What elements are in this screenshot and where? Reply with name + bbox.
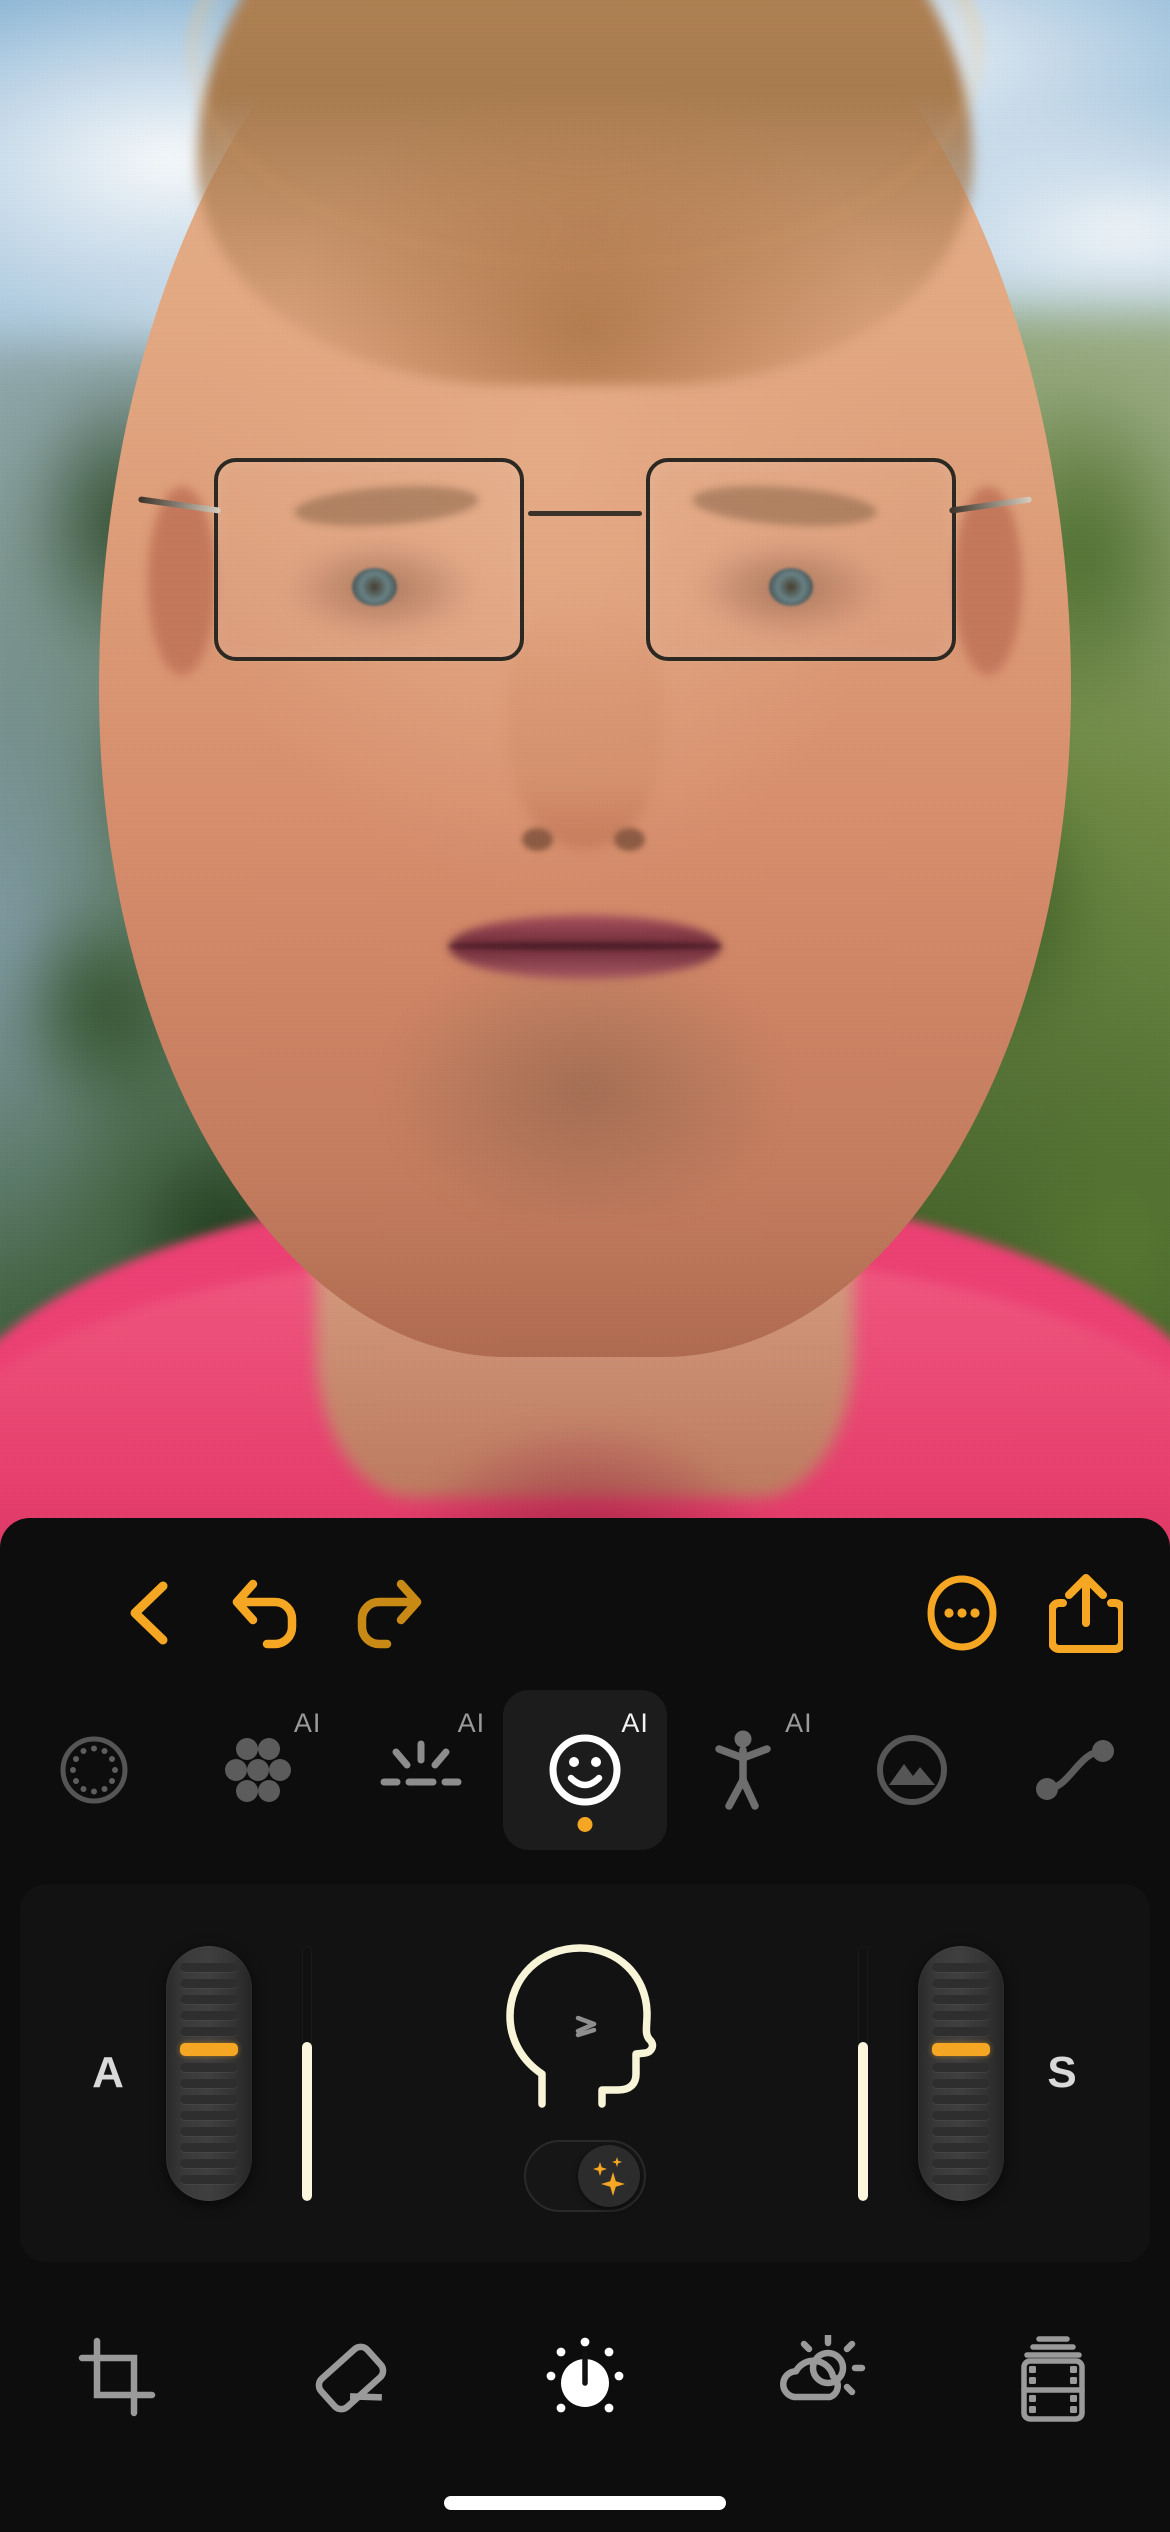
curve-points-icon	[1036, 1740, 1115, 1800]
film-strip-icon	[1021, 2336, 1085, 2422]
editor-panel: AI AI AI AI A S	[0, 1518, 1170, 2532]
wheel-rib	[180, 2142, 238, 2152]
selected-indicator-dot	[577, 1817, 593, 1832]
photo-eyeglasses	[138, 457, 1032, 661]
photo-stubble	[303, 805, 867, 1213]
wheel-rib	[180, 2010, 238, 2020]
wheel-rib	[180, 1962, 238, 1972]
app-screen: AI AI AI AI A S	[0, 0, 1170, 2532]
wheel-rib	[180, 2026, 238, 2036]
tab-light[interactable]	[468, 2336, 702, 2420]
ellipsis-circle-icon	[927, 1575, 997, 1651]
wheel-rib	[932, 2158, 990, 2168]
wheel-rib	[932, 2110, 990, 2120]
toggle-knob	[578, 2145, 640, 2207]
eraser-icon	[315, 2343, 387, 2413]
photo-lens-right	[645, 457, 957, 661]
amount-track[interactable]	[302, 1945, 312, 2201]
smiley-face-icon	[549, 1734, 621, 1806]
share-button[interactable]	[1036, 1563, 1136, 1663]
wheel-rib	[932, 2010, 990, 2020]
center-control-stack	[490, 1884, 680, 2262]
sparkles-icon	[593, 2157, 625, 2196]
wheel-rib	[932, 2062, 990, 2072]
left-control-group: A	[78, 1884, 312, 2262]
wheel-rib	[180, 2094, 238, 2104]
ai-tool-body[interactable]: AI	[667, 1690, 831, 1850]
ai-badge-label: AI	[293, 1708, 322, 1738]
photo-canvas[interactable]	[0, 0, 1170, 1560]
photo-glasses-bridge	[528, 510, 642, 516]
editor-tab-bar	[0, 2308, 1170, 2448]
ai-badge-label: AI	[621, 1708, 649, 1738]
ai-tool-curves[interactable]	[994, 1690, 1158, 1850]
cloud-sun-icon	[780, 2335, 866, 2401]
ai-tool-grain[interactable]: AI	[176, 1690, 340, 1850]
head-profile-icon	[506, 1944, 657, 2108]
crop-icon	[78, 2337, 156, 2417]
wheel-rib	[932, 1962, 990, 1972]
strength-track-fill	[858, 2042, 868, 2201]
left-wheel-label: A	[92, 2048, 124, 2097]
wheel-rib	[180, 2062, 238, 2072]
adjustment-panel: A S	[20, 1884, 1150, 2262]
share-upload-icon	[1049, 1574, 1123, 1653]
brightness-icon	[546, 2337, 624, 2413]
right-wheel-label: S	[1047, 2048, 1077, 2097]
light-rays-icon	[380, 1740, 462, 1786]
tab-crop[interactable]	[0, 2337, 234, 2419]
wheel-rib	[180, 1994, 238, 2004]
home-indicator	[444, 2496, 726, 2510]
more-options-button[interactable]	[912, 1563, 1012, 1663]
tab-retouch[interactable]	[234, 2335, 468, 2421]
wheel-active-rib	[180, 2042, 238, 2056]
photo-ear-right	[954, 486, 1022, 676]
wheel-rib	[180, 2078, 238, 2088]
wheel-rib	[932, 2126, 990, 2136]
amount-wheel[interactable]	[166, 1945, 252, 2201]
ai-tool-light-rays[interactable]: AI	[339, 1690, 503, 1850]
grain-cluster-icon	[224, 1738, 291, 1802]
undo-arrow-icon	[232, 1579, 297, 1649]
wheel-rib	[932, 2094, 990, 2104]
wheel-rib	[932, 2078, 990, 2088]
strength-track[interactable]	[858, 1945, 868, 2201]
redo-arrow-icon	[357, 1579, 422, 1649]
ai-badge-label: AI	[785, 1708, 813, 1738]
wheel-rib	[932, 2026, 990, 2036]
tab-film[interactable]	[936, 2333, 1170, 2423]
ai-tool-landscape[interactable]	[831, 1690, 995, 1850]
ai-tool-dotted-circle[interactable]	[12, 1690, 176, 1850]
landscape-circle-icon	[877, 1735, 948, 1805]
wheel-rib	[180, 2158, 238, 2168]
ai-badge-label: AI	[457, 1708, 486, 1738]
wheel-rib	[932, 2174, 990, 2184]
photo-lip-line	[449, 942, 721, 950]
wheel-rib	[932, 1978, 990, 1988]
wheel-rib	[932, 1994, 990, 2004]
ai-tool-face-retouch[interactable]: AI	[503, 1690, 667, 1850]
photo-face	[99, 0, 1071, 1358]
strength-wheel[interactable]	[918, 1945, 1004, 2201]
amount-track-fill	[302, 2042, 312, 2201]
dotted-circle-icon	[60, 1736, 128, 1804]
wheel-rib	[180, 2126, 238, 2136]
editor-action-bar	[0, 1558, 1170, 1668]
wheel-rib	[180, 1978, 238, 1988]
person-body-icon	[714, 1730, 771, 1810]
photo-lens-left	[213, 457, 525, 661]
redo-button[interactable]	[336, 1563, 436, 1663]
undo-button[interactable]	[218, 1563, 318, 1663]
back-button[interactable]	[100, 1563, 200, 1663]
ai-tool-row: AI AI AI AI	[12, 1690, 1158, 1850]
wheel-rib	[180, 2174, 238, 2184]
wheel-rib	[932, 2142, 990, 2152]
wheel-rib	[180, 2110, 238, 2120]
chevron-left-icon	[130, 1581, 168, 1645]
tab-atmosphere[interactable]	[702, 2335, 936, 2421]
right-control-group: S	[858, 1884, 1092, 2262]
wheel-active-rib	[932, 2042, 990, 2056]
ai-enhance-toggle[interactable]	[524, 2140, 646, 2212]
